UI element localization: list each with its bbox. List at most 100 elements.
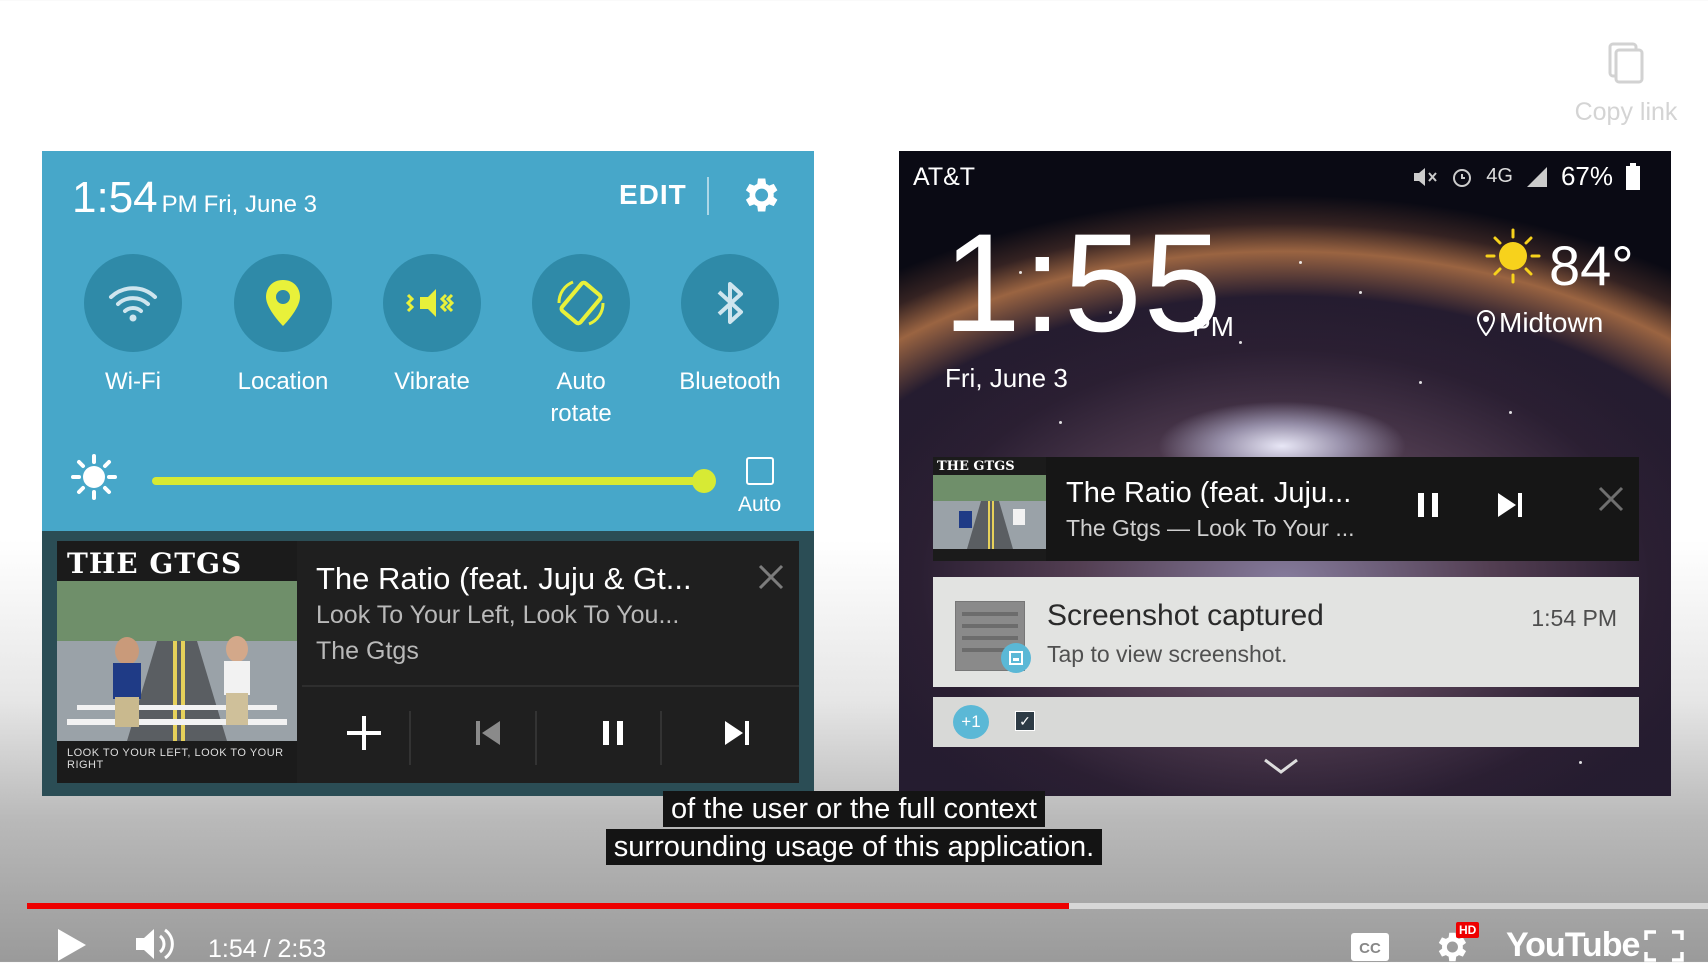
lock-music-notification[interactable]: THE GTGS The Ratio (feat. Juju... The Gt… [933,457,1639,561]
copy-link-button[interactable]: Copy link [1566,42,1686,127]
brightness-slider-handle[interactable] [692,469,716,493]
location-label: Location [237,368,329,395]
next-button[interactable] [675,699,799,767]
track-title: The Ratio (feat. Juju & Gt... [316,561,692,596]
lte-icon: 4G [1486,165,1513,187]
cc-label: CC [1359,940,1381,957]
auto-rotate-toggle[interactable]: Auto rotate [511,254,651,430]
more-count-badge: +1 [953,705,989,739]
fullscreen-icon [1644,930,1684,962]
progress-bar-fill [27,903,1069,909]
track-subtitle: The Gtgs — Look To Your ... [1066,515,1355,541]
expand-chevron-icon[interactable] [1261,756,1301,781]
vibrate-label: Vibrate [394,368,470,395]
location-pin-icon [1477,310,1495,336]
status-clock: 1:54 PM Fri, June 3 [72,173,317,223]
vibrate-tile [383,254,481,352]
album-art: THE GTGS [933,457,1046,561]
close-icon [758,564,784,590]
auto-rotate-icon [557,280,605,326]
clock-date: Fri, June 3 [203,191,318,218]
next-button[interactable] [1495,489,1525,526]
next-icon [1498,493,1522,517]
caption-line-2: surrounding usage of this application. [0,828,1708,866]
clock-time: 1:54 [72,173,158,222]
gear-icon [745,178,778,212]
battery-percent: 67% [1560,161,1613,191]
previous-button[interactable] [426,699,550,767]
next-icon [725,721,749,745]
lock-screen: AT&T 4G 67% 1:55 PM Fri, June 3 84° Midt… [899,151,1671,796]
close-notification-button[interactable] [757,563,785,599]
wifi-icon [109,286,157,322]
check-icon: ✓ [1015,711,1035,731]
album-band-text: THE GTGS [67,547,243,580]
location-toggle[interactable]: Location [213,254,353,398]
wallpaper-star [1579,761,1582,764]
wallpaper-star [1509,411,1512,414]
lock-clock-ampm: PM [1192,311,1234,342]
wifi-tile [84,254,182,352]
controls-divider [302,685,799,687]
caption-text: of the user or the full context [663,791,1045,827]
auto-brightness-checkbox[interactable] [746,457,774,485]
youtube-logo[interactable]: YouTube [1506,926,1640,965]
album-band-text: THE GTGS [937,459,1015,474]
wallpaper-star [1239,341,1242,344]
sun-icon [1484,227,1542,290]
brightness-slider[interactable] [152,477,704,485]
pause-button[interactable] [1413,489,1443,526]
wifi-label: Wi-Fi [105,368,161,395]
pause-icon [1418,493,1438,517]
edit-button[interactable]: EDIT [619,179,687,211]
settings-button[interactable] [738,173,782,222]
wifi-toggle[interactable]: Wi-Fi [63,254,203,398]
play-icon [58,929,86,961]
close-notification-button[interactable] [1597,485,1625,521]
screenshot-notification[interactable]: Screenshot captured Tap to view screensh… [933,577,1639,687]
clock-ampm: PM [161,191,198,218]
alarm-icon [1453,168,1472,187]
screenshot-time: 1:54 PM [1531,605,1617,631]
status-icons: 4G 67% [1412,161,1641,192]
bluetooth-toggle[interactable]: Bluetooth [660,254,800,398]
more-notifications[interactable]: +1 ✓ [933,697,1639,747]
vibrate-toggle[interactable]: Vibrate [362,254,502,398]
weather-location: Midtown [1477,307,1603,339]
mute-icon [1414,167,1438,186]
bluetooth-label: Bluetooth [679,368,781,395]
location-tile [234,254,332,352]
fullscreen-button[interactable] [1644,930,1684,967]
bluetooth-icon [717,282,743,324]
auto-rotate-label: Auto rotate [550,368,612,427]
caption-line-1: of the user or the full context [0,790,1708,828]
wallpaper-star [1359,291,1362,294]
auto-rotate-tile [532,254,630,352]
brightness-icon [70,453,118,506]
auto-brightness-label: Auto [738,493,782,516]
close-icon [1598,486,1624,512]
copy-icon [1608,42,1644,84]
settings-button[interactable]: HD [1432,922,1480,971]
thumbnail-line [962,636,1018,640]
track-artist: The Gtgs [316,637,419,665]
location-pin-icon [266,280,300,326]
music-notification[interactable]: THE GTGS LOOK TO YOUR LEFT, LOOK TO YOUR… [57,541,799,783]
header-divider [707,177,709,215]
signal-icon [1526,166,1547,187]
cc-icon: CC [1351,933,1389,961]
previous-icon [476,721,500,745]
pause-button[interactable] [551,699,675,767]
play-button[interactable] [56,928,88,967]
vibrate-icon [405,289,455,317]
volume-button[interactable] [134,926,178,967]
battery-icon [1626,162,1640,190]
add-button[interactable] [302,699,426,767]
caption-text: surrounding usage of this application. [605,829,1103,865]
carrier-name: AT&T [913,163,976,191]
weather-temperature: 84° [1549,234,1634,297]
album-caption: LOOK TO YOUR LEFT, LOOK TO YOUR RIGHT [67,747,284,771]
bluetooth-tile [681,254,779,352]
hd-badge: HD [1456,922,1480,938]
volume-icon [136,928,174,960]
